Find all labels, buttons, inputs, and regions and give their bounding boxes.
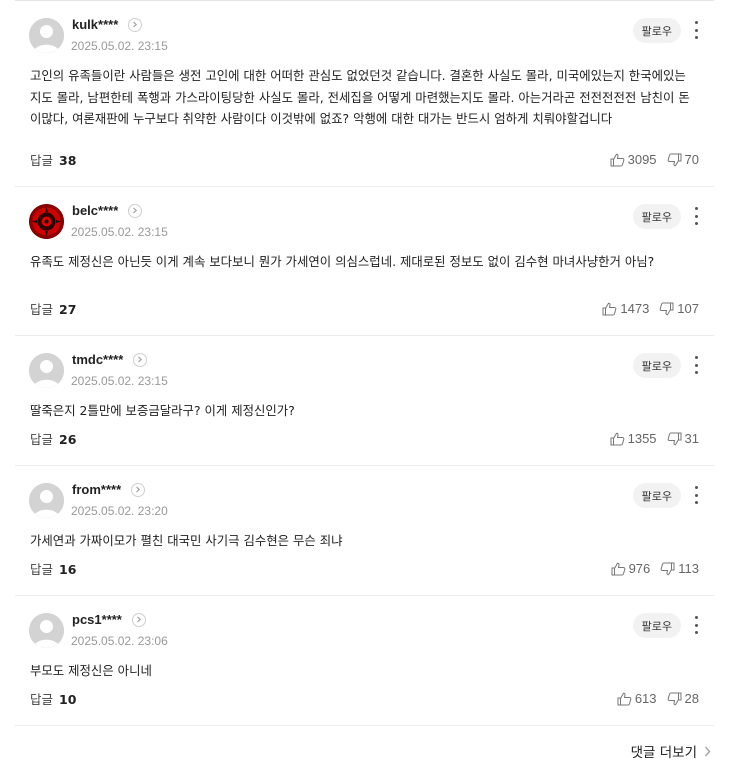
reply-button[interactable]: 답글 26 [30, 429, 76, 448]
thumbs-down-icon [667, 153, 682, 166]
comment-date: 2025.05.02. 23:15 [71, 374, 168, 388]
follow-button[interactable]: 팔로우 [632, 613, 681, 638]
reply-count: 38 [59, 153, 77, 168]
reply-label: 답글 [30, 692, 54, 707]
chevron-right-icon [705, 746, 711, 756]
more-comments-link[interactable]: 댓글 더보기 [631, 741, 711, 761]
like-count: 613 [634, 691, 657, 706]
profile-chevron-icon[interactable] [131, 612, 146, 627]
thumbs-up-icon [610, 432, 624, 445]
comment-text: 가세연과 가짜이모가 펼친 대국민 사기극 김수현은 무슨 죄냐 [30, 533, 343, 548]
dislike-count: 28 [684, 691, 699, 706]
follow-button[interactable]: 팔로우 [632, 204, 681, 229]
follow-button[interactable]: 팔로우 [632, 353, 681, 378]
comment-text: 딸죽은지 2틀만에 보증금달라구? 이게 제정신인가? [30, 403, 295, 418]
thumbs-down-icon [667, 692, 682, 705]
dislike-count: 107 [677, 301, 699, 316]
like-count: 3095 [627, 152, 657, 167]
reply-button[interactable]: 답글 27 [30, 299, 76, 318]
more-options-icon[interactable] [693, 356, 699, 374]
comment-item: from**** 2025.05.02. 23:20 팔로우 가세연과 가짜이모… [15, 466, 714, 596]
profile-chevron-icon[interactable] [128, 203, 143, 218]
avatar[interactable] [29, 204, 64, 239]
thumbs-down-icon [660, 562, 675, 575]
like-button[interactable]: 3095 [610, 152, 657, 167]
comment-item: pcs1**** 2025.05.02. 23:06 팔로우 부모도 제정신은 … [15, 596, 714, 726]
like-button[interactable]: 976 [611, 561, 651, 576]
more-options-icon[interactable] [693, 207, 699, 225]
thumbs-up-icon [611, 562, 625, 575]
nickname[interactable]: tmdc**** [72, 352, 123, 367]
comment-date: 2025.05.02. 23:15 [71, 225, 168, 239]
like-button[interactable]: 613 [617, 691, 657, 706]
avatar[interactable] [29, 18, 64, 53]
like-button[interactable]: 1473 [602, 301, 649, 316]
more-options-icon[interactable] [693, 616, 699, 634]
comment-item: tmdc**** 2025.05.02. 23:15 팔로우 딸죽은지 2틀만에… [15, 336, 714, 466]
comment-item: belc**** 2025.05.02. 23:15 팔로우 유족도 제정신은 … [15, 187, 714, 336]
thumbs-down-icon [667, 432, 682, 445]
like-count: 1355 [627, 431, 657, 446]
profile-chevron-icon[interactable] [131, 482, 146, 497]
follow-button[interactable]: 팔로우 [632, 18, 681, 43]
dislike-button[interactable]: 70 [667, 152, 699, 167]
nickname[interactable]: from**** [72, 482, 121, 497]
dislike-button[interactable]: 113 [660, 561, 699, 576]
thumbs-down-icon [659, 302, 674, 315]
more-options-icon[interactable] [693, 21, 699, 39]
dislike-count: 31 [684, 431, 699, 446]
like-count: 1473 [620, 301, 650, 316]
profile-chevron-icon[interactable] [128, 17, 143, 32]
dislike-count: 70 [684, 152, 699, 167]
like-button[interactable]: 1355 [610, 431, 657, 446]
thumbs-up-icon [602, 302, 617, 315]
comment-list: kulk**** 2025.05.02. 23:15 팔로우 고인의 유족들이란… [15, 1, 714, 726]
like-count: 976 [628, 561, 651, 576]
reply-label: 답글 [30, 562, 54, 577]
avatar[interactable] [29, 483, 64, 518]
comment-text: 부모도 제정신은 아니네 [30, 663, 152, 678]
avatar[interactable] [29, 353, 64, 388]
reply-count: 26 [59, 432, 77, 447]
more-options-icon[interactable] [693, 486, 699, 504]
reply-label: 답글 [30, 432, 54, 447]
profile-chevron-icon[interactable] [133, 352, 148, 367]
nickname[interactable]: kulk**** [72, 17, 118, 32]
reply-button[interactable]: 답글 10 [30, 689, 76, 708]
comment-date: 2025.05.02. 23:15 [71, 39, 168, 53]
avatar[interactable] [29, 613, 64, 648]
comment-text: 유족도 제정신은 아닌듯 이게 계속 보다보니 뭔가 가세연이 의심스럽네. 제… [30, 254, 655, 269]
reply-count: 16 [59, 562, 77, 577]
dislike-button[interactable]: 28 [667, 691, 699, 706]
reply-count: 10 [59, 692, 77, 707]
nickname[interactable]: belc**** [72, 203, 118, 218]
dislike-count: 113 [678, 561, 699, 576]
nickname[interactable]: pcs1**** [72, 612, 122, 627]
reply-button[interactable]: 답글 16 [30, 559, 76, 578]
thumbs-up-icon [617, 692, 632, 705]
comment-text: 고인의 유족들이란 사람들은 생전 고인에 대한 어떠한 관심도 없었던것 같습… [30, 68, 690, 126]
follow-button[interactable]: 팔로우 [632, 483, 681, 508]
thumbs-up-icon [610, 153, 624, 166]
comment-date: 2025.05.02. 23:06 [71, 634, 168, 648]
reply-button[interactable]: 답글 38 [30, 150, 76, 169]
comment-item: kulk**** 2025.05.02. 23:15 팔로우 고인의 유족들이란… [15, 1, 714, 187]
reply-label: 답글 [30, 153, 54, 168]
comment-date: 2025.05.02. 23:20 [71, 504, 168, 518]
dislike-button[interactable]: 31 [667, 431, 699, 446]
reply-count: 27 [59, 302, 77, 317]
reply-label: 답글 [30, 302, 54, 317]
more-comments-label: 댓글 더보기 [630, 745, 697, 761]
dislike-button[interactable]: 107 [659, 301, 699, 316]
